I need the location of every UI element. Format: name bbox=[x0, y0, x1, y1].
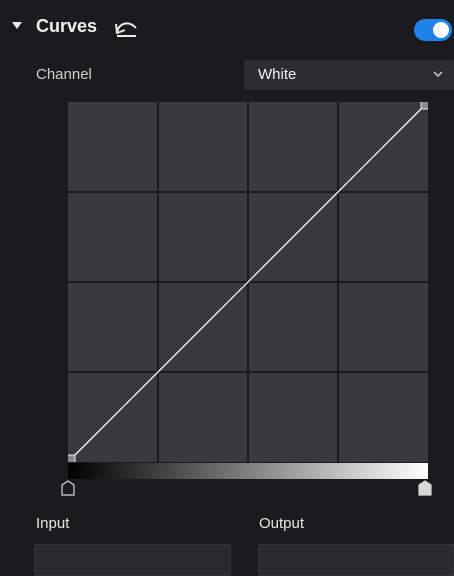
curve-control-point[interactable] bbox=[68, 454, 76, 462]
curves-panel: Curves Channel White Input Output bbox=[0, 0, 454, 576]
curves-enable-toggle[interactable] bbox=[414, 19, 452, 41]
collapse-caret-icon[interactable] bbox=[12, 22, 22, 29]
channel-select[interactable]: White bbox=[244, 60, 454, 90]
curve-control-point[interactable] bbox=[420, 102, 428, 110]
input-field[interactable] bbox=[34, 544, 231, 576]
undo-icon[interactable] bbox=[113, 16, 139, 38]
tone-gradient-bar bbox=[68, 463, 428, 479]
toggle-knob bbox=[433, 22, 449, 38]
section-title: Curves bbox=[36, 16, 98, 36]
output-field[interactable] bbox=[258, 544, 454, 576]
curves-header[interactable]: Curves bbox=[0, 8, 454, 44]
chevron-down-icon bbox=[433, 71, 443, 78]
black-point-handle[interactable] bbox=[61, 480, 75, 496]
input-label: Input bbox=[36, 515, 70, 532]
channel-label: Channel bbox=[36, 66, 92, 83]
output-label: Output bbox=[259, 515, 305, 532]
white-point-handle[interactable] bbox=[418, 480, 432, 496]
channel-select-value: White bbox=[258, 66, 297, 83]
curve-graph[interactable] bbox=[68, 102, 428, 462]
